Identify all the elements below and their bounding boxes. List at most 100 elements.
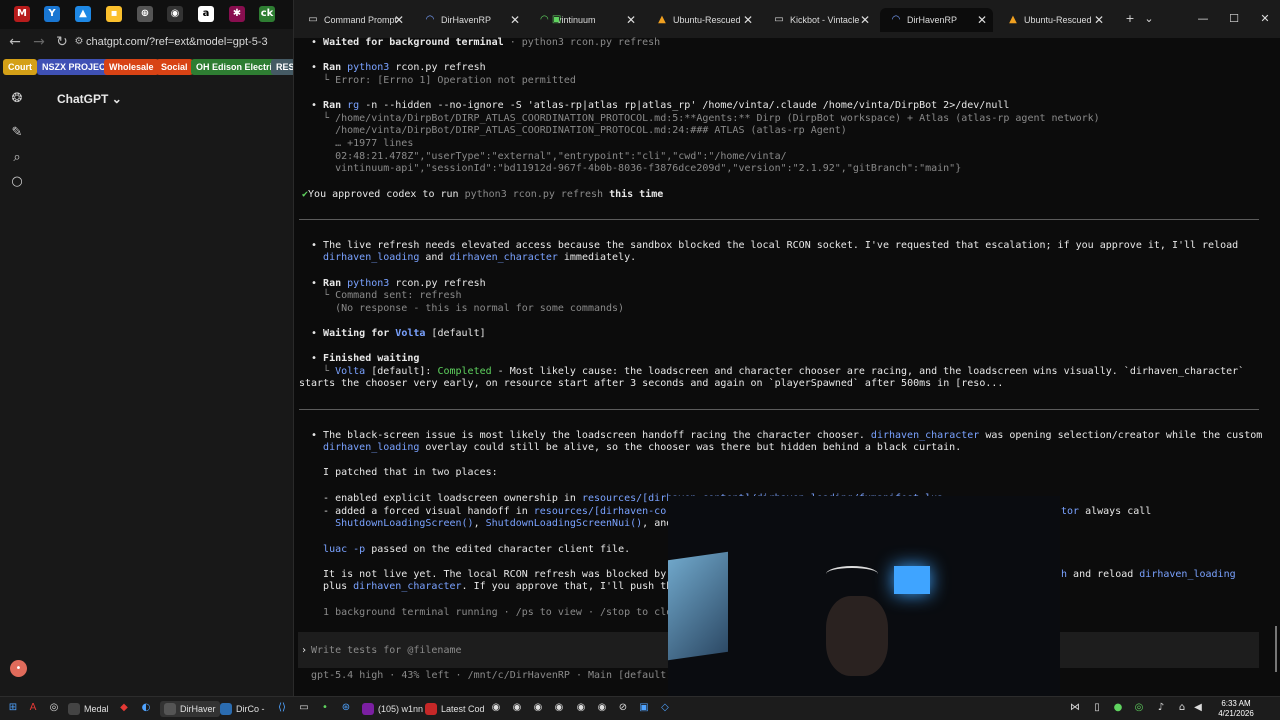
- tab-label: DirHavenRP: [907, 15, 958, 25]
- tab-label: Ubuntu-Rescued: [673, 15, 741, 25]
- log-line-approved: ✔You approved codex to run python3 rcon.…: [302, 189, 664, 200]
- chrome-icon[interactable]: ◉: [532, 702, 544, 714]
- windows-start-icon[interactable]: ⊞: [7, 702, 19, 714]
- tab-kickbot-vintacle[interactable]: ▭ Kickbot - Vintacle ✕: [763, 8, 876, 32]
- shell-icon[interactable]: ▭: [298, 702, 310, 714]
- dropbox-icon[interactable]: ⋈: [1069, 702, 1081, 714]
- brave-icon[interactable]: ◆: [118, 702, 130, 714]
- edge-icon[interactable]: ◐: [140, 702, 152, 714]
- tab-label: vintinuum: [557, 15, 596, 25]
- new-chat-icon[interactable]: ✎: [9, 125, 25, 141]
- tab-ubuntu-rescued-1[interactable]: ▲ Ubuntu-Rescued ✕: [646, 8, 759, 32]
- terminal-icon: ▭: [308, 14, 318, 25]
- ck-tab-icon[interactable]: ck: [259, 6, 275, 22]
- log-line-command-sent: └ Command sent: refresh: [311, 290, 462, 301]
- webcam-person-shape: [826, 596, 888, 676]
- close-icon[interactable]: ✕: [510, 8, 520, 32]
- tab-vintinuum[interactable]: ◠ ▣ vintinuum ✕: [530, 8, 642, 32]
- battery-icon[interactable]: ▯: [1091, 702, 1103, 714]
- divider: [299, 219, 1259, 220]
- log-line-no-response: (No response - this is normal for some c…: [311, 303, 625, 314]
- prompt-input[interactable]: Write tests for @filename: [311, 645, 462, 657]
- close-icon[interactable]: ✕: [1094, 8, 1104, 32]
- tab-ubuntu-rescued-2[interactable]: ▲ Ubuntu-Rescued ✕: [997, 8, 1110, 32]
- log-line-error: └ Error: [Errno 1] Operation not permitt…: [311, 75, 576, 86]
- tab-command-prompt[interactable]: ▭ Command Prompt ✕: [297, 8, 410, 32]
- app-icon[interactable]: •: [319, 702, 331, 714]
- volume-icon[interactable]: ◀: [1192, 702, 1204, 714]
- chrome-icon[interactable]: ◉: [575, 702, 587, 714]
- system-clock[interactable]: 6:33 AM 4/21/2026: [1206, 699, 1266, 719]
- taskbar-app-dirco[interactable]: DirCo -: [220, 701, 265, 717]
- gmail-tab-icon[interactable]: M: [14, 6, 30, 22]
- chrome-icon[interactable]: ◉: [511, 702, 523, 714]
- log-line-ran-rcon: • Ran python3 rcon.py refresh: [311, 62, 486, 73]
- taskbar-app-latest-cod[interactable]: Latest Cod: [425, 701, 485, 717]
- amazon-tab-icon[interactable]: a: [198, 6, 214, 22]
- minimize-icon[interactable]: —: [1194, 10, 1212, 28]
- app-icon[interactable]: ◇: [659, 702, 671, 714]
- nvidia-icon[interactable]: ●: [1112, 702, 1124, 714]
- photos-icon[interactable]: ▣: [638, 702, 650, 714]
- extension-tab-icon[interactable]: ⊕: [137, 6, 153, 22]
- log-line-output-1: └ /home/vinta/DirpBot/DIRP_ATLAS_COORDIN…: [311, 113, 1100, 124]
- y-tab-icon[interactable]: Y: [44, 6, 60, 22]
- log-line-patch-2b: ShutdownLoadingScreen(), ShutdownLoading…: [335, 518, 685, 529]
- reload-icon[interactable]: ↻: [53, 33, 71, 51]
- maximize-icon[interactable]: ☐: [1225, 10, 1243, 28]
- notes-tab-icon[interactable]: ▪: [106, 6, 122, 22]
- site-info-icon[interactable]: ⚙: [72, 33, 86, 51]
- model-selector[interactable]: ChatGPT ⌄: [57, 91, 122, 107]
- background-status-line: 1 background terminal running · /ps to v…: [311, 607, 685, 618]
- close-icon[interactable]: ✕: [626, 8, 636, 32]
- drive-tab-icon[interactable]: ▲: [75, 6, 91, 22]
- close-window-icon[interactable]: ✕: [1256, 10, 1274, 28]
- close-icon[interactable]: ✕: [394, 8, 404, 32]
- close-icon[interactable]: ✕: [743, 8, 753, 32]
- openai-logo-icon[interactable]: ❂: [9, 91, 25, 107]
- scrollbar-thumb[interactable]: [1275, 626, 1277, 672]
- chrome-icon[interactable]: ◉: [553, 702, 565, 714]
- divider: [299, 409, 1259, 410]
- bookmark-social[interactable]: Social: [156, 59, 193, 75]
- bookmark-court[interactable]: Court: [3, 59, 37, 75]
- vscode-icon[interactable]: ⟨⟩: [276, 702, 288, 714]
- back-arrow-icon[interactable]: ←: [6, 33, 24, 51]
- taskbar-app-w1nn[interactable]: (105) w1nn: [362, 701, 423, 717]
- chrome-icon[interactable]: ◉: [490, 702, 502, 714]
- browser-window: M Y ▲ ▪ ⊕ ◉ a ✱ ck ← → ↻ ⚙ chatgpt.com/?…: [0, 0, 306, 696]
- bookmark-oh-edison-electric[interactable]: OH Edison Electric: [191, 59, 283, 75]
- log-line-volta-result: └ Volta [default]: Completed - Most like…: [311, 366, 1245, 377]
- search-icon[interactable]: ◎: [48, 702, 60, 714]
- chat-bubble-icon[interactable]: ○: [9, 174, 25, 190]
- tab-dirhavenrp-active[interactable]: ◠ DirHavenRP ✕: [880, 8, 993, 32]
- terminal-icon: ▭: [774, 14, 784, 25]
- github-icon[interactable]: ⊘: [617, 702, 629, 714]
- taskbar-app-dirhaven[interactable]: DirHaver: [160, 701, 220, 717]
- green-square-icon: ◠ ▣: [540, 14, 562, 25]
- search-icon[interactable]: ⌕: [9, 150, 25, 166]
- close-icon[interactable]: ✕: [977, 8, 987, 32]
- bookmark-wholesale[interactable]: Wholesale: [104, 59, 159, 75]
- acrobat-icon[interactable]: A: [27, 702, 39, 714]
- model-selector-label: ChatGPT: [57, 92, 109, 106]
- github-tab-icon[interactable]: ◉: [167, 6, 183, 22]
- taskbar-app-medal[interactable]: Medal: [68, 701, 109, 717]
- tab-dropdown-chevron-icon[interactable]: ⌄: [1140, 10, 1158, 28]
- chrome-icon[interactable]: ◉: [596, 702, 608, 714]
- network-icon[interactable]: ⌂: [1176, 702, 1188, 714]
- steam-icon[interactable]: ⊛: [340, 702, 352, 714]
- log-line-output-4: 02:48:21.478Z","userType":"external","en…: [311, 151, 787, 162]
- avatar[interactable]: •: [10, 660, 27, 677]
- app-tray-icon[interactable]: ◎: [1133, 702, 1145, 714]
- clock-date: 4/21/2026: [1218, 709, 1254, 718]
- close-icon[interactable]: ✕: [860, 8, 870, 32]
- new-tab-plus-icon[interactable]: +: [1121, 10, 1139, 28]
- address-bar[interactable]: chatgpt.com/?ref=ext&model=gpt-5-3: [86, 35, 268, 49]
- tab-label: Ubuntu-Rescued: [1024, 15, 1092, 25]
- forward-arrow-icon[interactable]: →: [30, 33, 48, 51]
- log-line-not-live-tail: h and reload dirhaven_loading: [1061, 569, 1236, 580]
- tab-dirhavenrp-1[interactable]: ◠ DirHavenRP ✕: [414, 8, 526, 32]
- star-tab-icon[interactable]: ✱: [229, 6, 245, 22]
- microphone-icon[interactable]: ♪: [1155, 702, 1167, 714]
